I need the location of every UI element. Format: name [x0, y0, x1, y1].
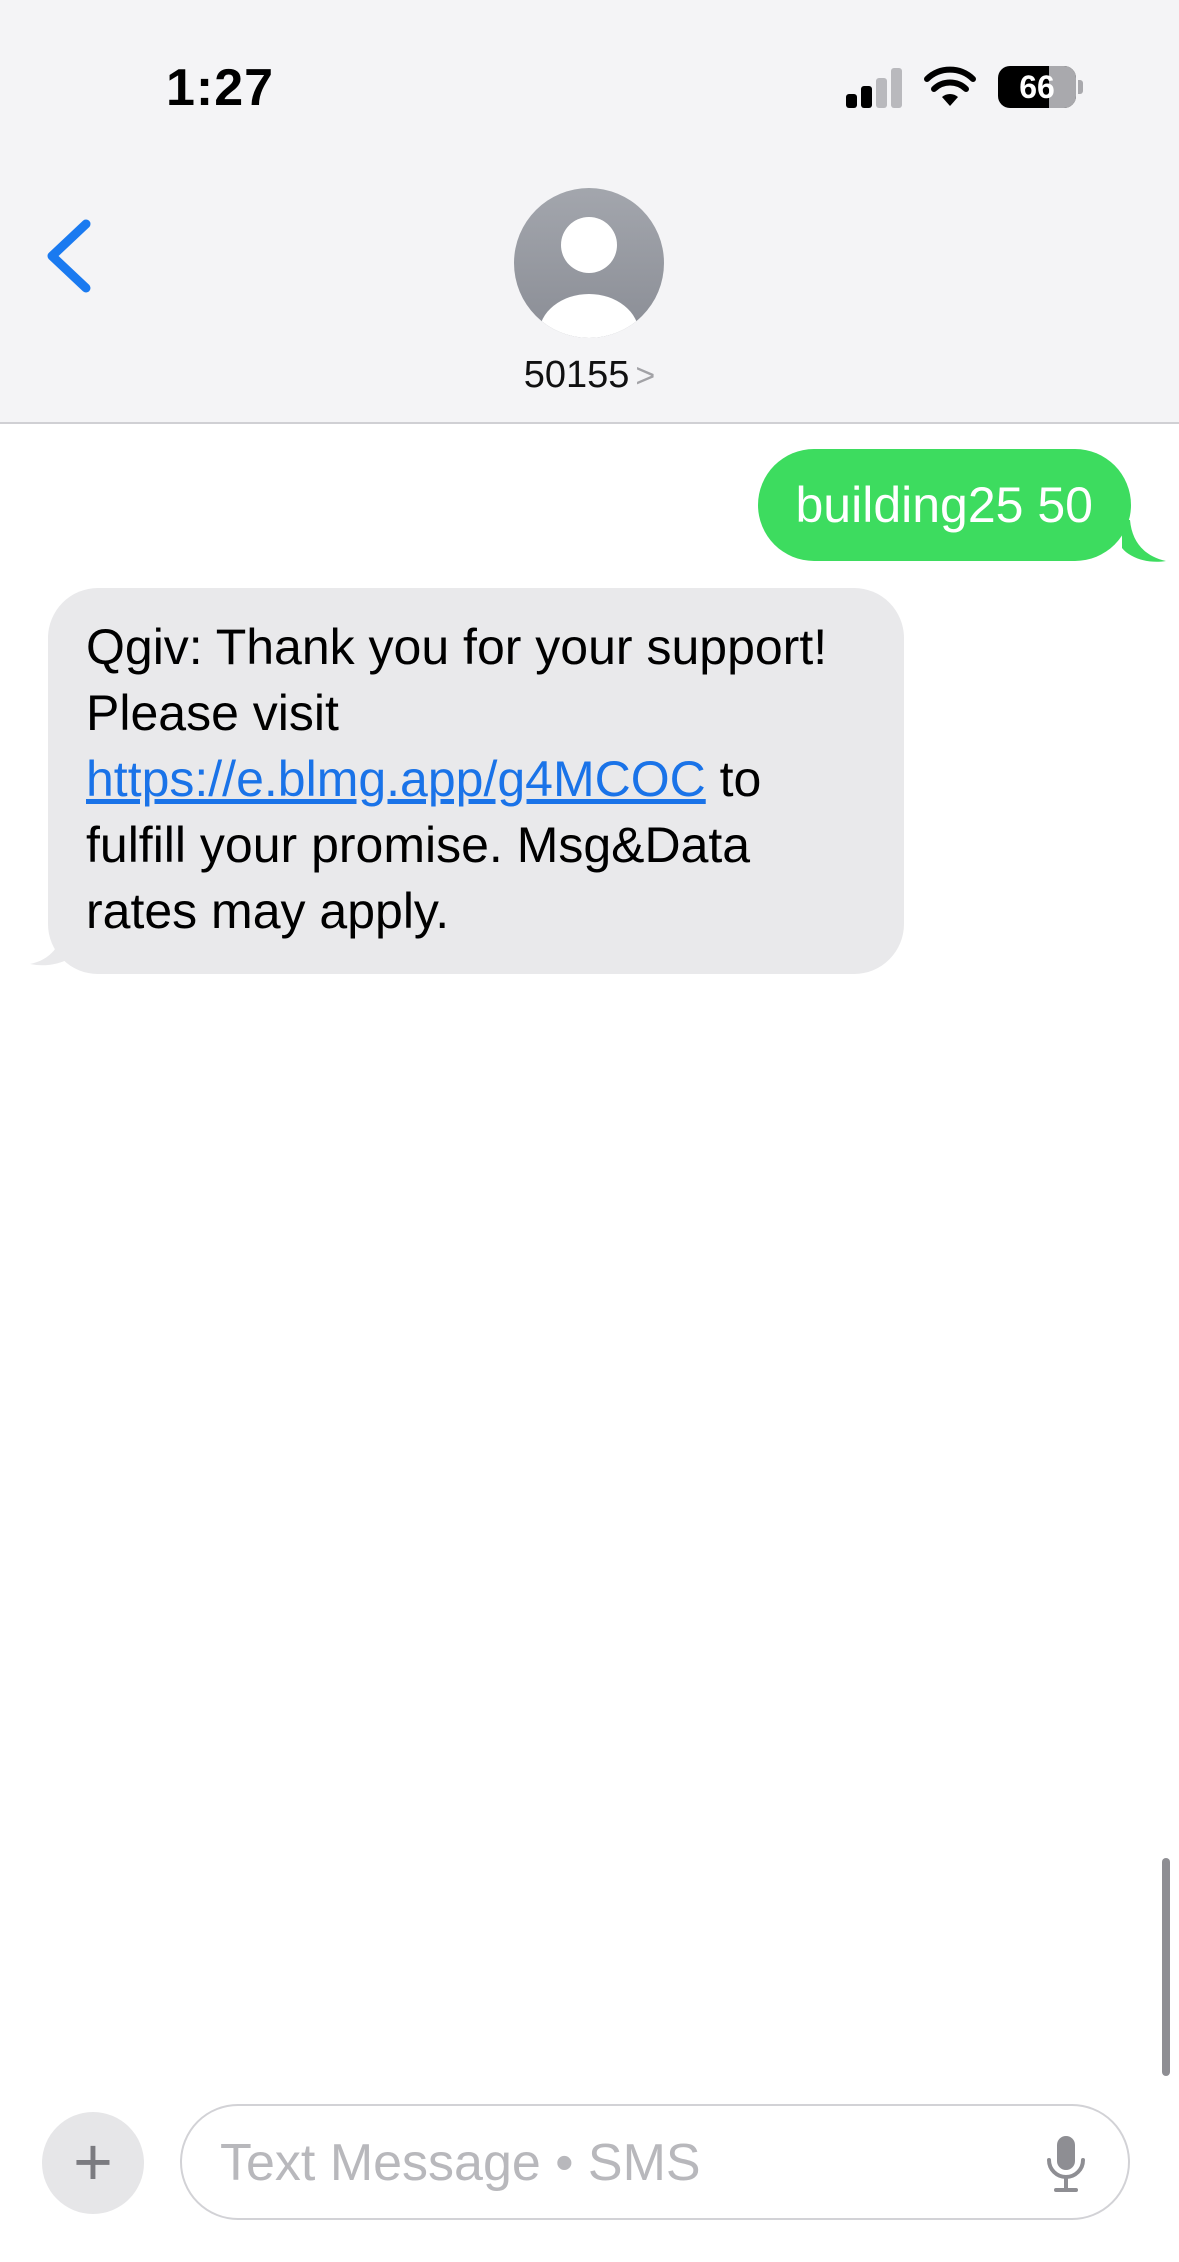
outgoing-message[interactable]: building25 50	[757, 449, 1131, 561]
back-button[interactable]	[40, 218, 100, 294]
conversation-header: 1:27 66 50155 >	[0, 0, 1179, 424]
contact-name-button[interactable]: 50155 >	[0, 354, 1179, 397]
message-input[interactable]	[220, 2126, 1000, 2200]
cellular-signal-icon	[846, 68, 904, 108]
scrollbar[interactable]	[1162, 1858, 1170, 2076]
add-attachment-button[interactable]: +	[42, 2112, 144, 2214]
wifi-icon	[924, 66, 976, 106]
contact-name: 50155	[523, 354, 630, 396]
messages-screen: 1:27 66 50155 > building25 50 Qgiv: Than…	[0, 0, 1179, 2262]
battery-percent: 66	[1019, 69, 1055, 105]
message-link[interactable]: https://e.blmg.app/g4MCOC	[86, 751, 706, 807]
chevron-left-icon	[47, 219, 91, 293]
microphone-icon[interactable]	[1044, 2134, 1088, 2194]
battery-nub	[1078, 80, 1083, 94]
status-time: 1:27	[166, 59, 275, 117]
message-text: Qgiv: Thank you for your support! Please…	[86, 619, 828, 741]
message-input-field[interactable]	[180, 2104, 1130, 2220]
battery-icon: 66	[998, 66, 1076, 108]
chevron-right-icon: >	[635, 357, 656, 395]
contact-avatar[interactable]	[514, 188, 664, 338]
outgoing-bubble-tail	[1122, 520, 1166, 562]
incoming-message[interactable]: Qgiv: Thank you for your support! Please…	[48, 588, 904, 974]
incoming-bubble-tail	[30, 924, 78, 966]
person-silhouette-icon	[539, 217, 639, 338]
